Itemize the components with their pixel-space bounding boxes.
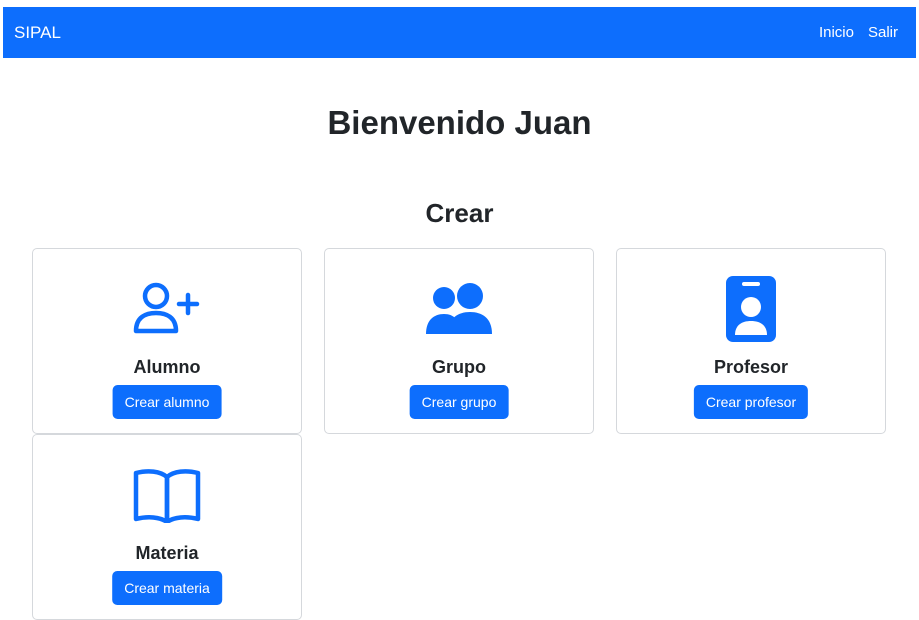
crear-materia-button[interactable]: Crear materia bbox=[112, 571, 222, 605]
section-title: Crear bbox=[425, 198, 494, 228]
card-materia: Materia Crear materia bbox=[32, 434, 302, 620]
people-icon bbox=[424, 277, 494, 341]
person-plus-icon bbox=[132, 277, 202, 341]
nav-link-inicio[interactable]: Inicio bbox=[819, 24, 854, 41]
card-title: Alumno bbox=[133, 357, 201, 377]
card-alumno: Alumno Crear alumno bbox=[32, 248, 302, 434]
card-grupo: Grupo Crear grupo bbox=[324, 248, 594, 434]
nav-links: Inicio Salir bbox=[819, 24, 898, 41]
card-title: Materia bbox=[135, 543, 199, 563]
card-title: Grupo bbox=[432, 357, 486, 377]
card-profesor: Profesor Crear profesor bbox=[616, 248, 886, 434]
nav-link-salir[interactable]: Salir bbox=[868, 24, 898, 41]
crear-profesor-button[interactable]: Crear profesor bbox=[693, 385, 809, 419]
card-title: Profesor bbox=[713, 357, 789, 377]
welcome-heading: Bienvenido Juan bbox=[327, 104, 592, 141]
navbar: SIPAL Inicio Salir bbox=[3, 7, 916, 58]
person-badge-icon bbox=[716, 276, 786, 342]
navbar-brand[interactable]: SIPAL bbox=[14, 23, 61, 43]
crear-alumno-button[interactable]: Crear alumno bbox=[112, 385, 222, 419]
book-icon bbox=[132, 463, 202, 527]
crear-grupo-button[interactable]: Crear grupo bbox=[409, 385, 509, 419]
